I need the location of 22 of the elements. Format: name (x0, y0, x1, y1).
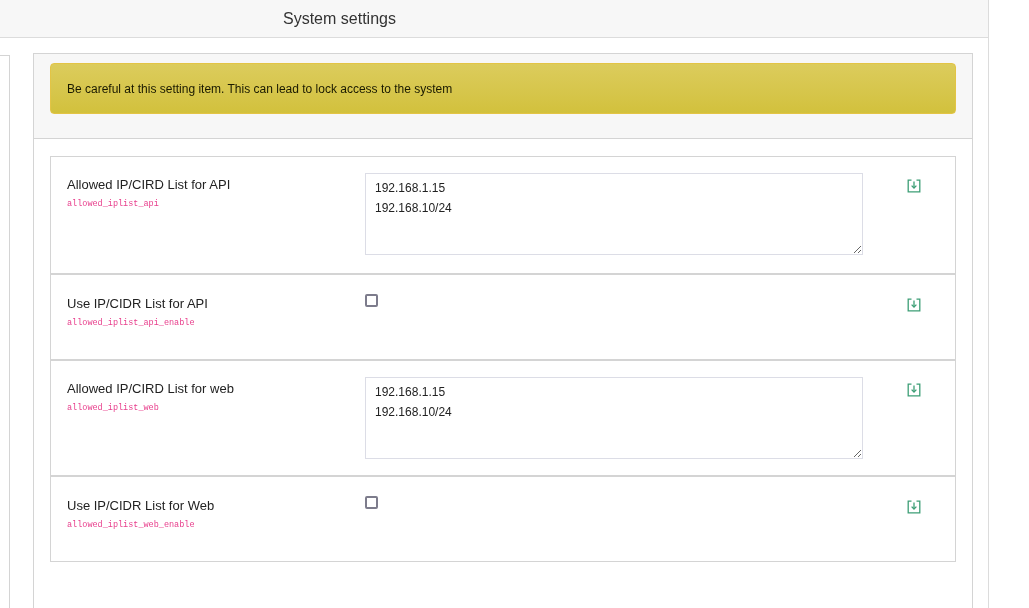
setting-key: allowed_iplist_api_enable (67, 317, 195, 330)
arrow-into-box-icon (907, 383, 921, 397)
warning-alert: Be careful at this setting item. This can lead to lock access to the system (50, 63, 956, 114)
arrow-into-box-icon (907, 298, 921, 312)
setting-label: Use IP/CIDR List for Web (67, 497, 215, 515)
save-button[interactable] (907, 500, 921, 514)
arrow-into-box-icon (907, 179, 921, 193)
ip-list-textarea[interactable]: 192.168.1.15 192.168.10/24 (365, 173, 863, 255)
arrow-into-box-icon (907, 500, 921, 514)
setting-key: allowed_iplist_web_enable (67, 519, 195, 532)
checkbox[interactable] (365, 496, 378, 509)
save-button[interactable] (907, 298, 921, 312)
setting-key: allowed_iplist_api (67, 198, 159, 211)
save-button[interactable] (907, 179, 921, 193)
setting-key: allowed_iplist_web (67, 402, 159, 415)
setting-label: Allowed IP/CIRD List for web (67, 380, 234, 398)
save-button[interactable] (907, 383, 921, 397)
setting-label: Allowed IP/CIRD List for API (67, 176, 231, 194)
dialog-title: System settings (283, 8, 396, 29)
setting-label: Use IP/CIDR List for API (67, 295, 208, 313)
checkbox[interactable] (365, 294, 378, 307)
ip-list-textarea[interactable]: 192.168.1.15 192.168.10/24 (365, 377, 863, 459)
